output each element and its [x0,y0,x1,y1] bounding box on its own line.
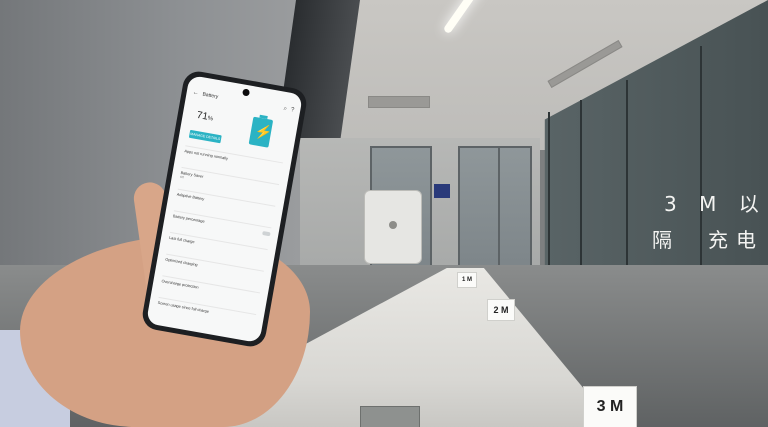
glass-door [458,146,500,272]
app-title: Battery [202,91,219,101]
back-arrow-icon[interactable]: ← [192,90,199,97]
caption-line-1: 3 M 以 [664,192,767,216]
wall-screen [434,184,450,198]
manage-details-button[interactable]: MANAGE DETAILS [188,129,222,144]
distance-sign-label: 3 M [596,398,624,415]
ceiling-vent [368,96,430,108]
search-icon[interactable]: ⌕ [283,105,287,112]
wireless-charger [364,190,422,264]
distance-sign-1m: 1 M [457,272,477,288]
battery-percent-sign: % [207,115,214,123]
battery-level: 71% [196,110,214,124]
caption-line-2: 隔 充电 [652,228,764,252]
floor-plate [360,406,420,427]
toggle-switch[interactable] [262,230,271,237]
distance-sign-3m: 3 M [583,386,637,427]
charger-logo [389,221,397,229]
photo-scene: 1 M 2 M 3 M 3 M 以 隔 充电 ← Battery ⌕ ? 71%… [0,0,768,427]
distance-sign-2m: 2 M [487,299,515,321]
help-icon[interactable]: ? [290,107,294,113]
settings-row-title: Apps not running normally [184,149,229,161]
charging-bolt-icon: ⚡ [253,122,274,142]
glass-door [498,146,532,272]
distance-sign-label: 1 M [461,277,472,283]
front-camera [242,88,251,97]
distance-sign-label: 2 M [493,305,509,315]
